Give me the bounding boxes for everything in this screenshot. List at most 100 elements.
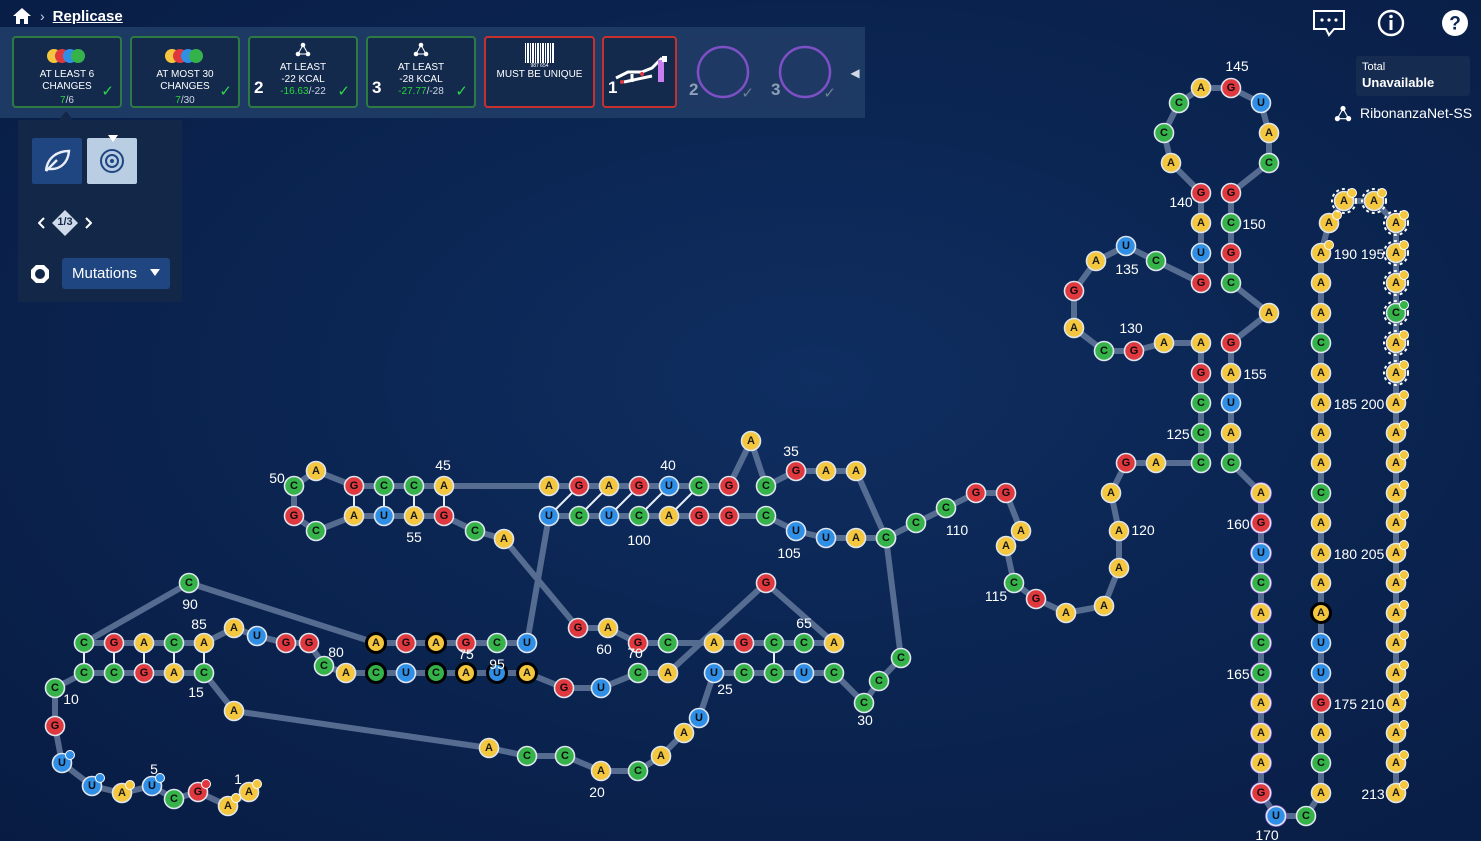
nucleotide[interactable]: A [1310, 722, 1332, 744]
nucleotide[interactable]: A [1383, 360, 1409, 386]
nucleotide[interactable]: U [793, 662, 815, 684]
nucleotide[interactable]: A [1310, 362, 1332, 384]
nucleotide[interactable]: C [1220, 452, 1242, 474]
nucleotide[interactable]: G [718, 475, 740, 497]
nucleotide[interactable]: A [657, 662, 679, 684]
nucleotide[interactable]: A [815, 460, 837, 482]
nucleotide[interactable]: C [763, 662, 785, 684]
nucleotide[interactable]: A [1385, 570, 1409, 594]
nucleotide[interactable]: G [275, 632, 297, 654]
nucleotide[interactable]: A [343, 505, 365, 527]
nucleotide[interactable]: A [1010, 520, 1032, 542]
rna-structure-canvas[interactable]: AAGCUAUUGCCCGACAACCACAAUUCCUCCCCUAAGCAGC… [0, 0, 1481, 841]
nucleotide[interactable]: G [44, 715, 66, 737]
nucleotide[interactable]: G [1310, 692, 1332, 714]
nucleotide[interactable]: C [178, 572, 200, 594]
nucleotide[interactable]: U [395, 662, 417, 684]
nucleotide[interactable]: A [650, 745, 672, 767]
nucleotide[interactable]: U [1265, 805, 1287, 827]
natural-mode-button[interactable] [32, 138, 82, 184]
nucleotide[interactable]: A [1258, 302, 1280, 324]
nucleotide[interactable]: A [1383, 270, 1409, 296]
nucleotide[interactable]: C [193, 662, 215, 684]
nucleotide[interactable]: G [733, 632, 755, 654]
constraint-max-changes[interactable]: AT MOST 30 CHANGES 7/30 ✓ [130, 36, 240, 108]
nucleotide[interactable]: U [1310, 632, 1332, 654]
nucleotide[interactable]: A [516, 662, 538, 684]
nucleotide[interactable]: A [1318, 210, 1342, 234]
nucleotide[interactable]: G [455, 632, 477, 654]
nucleotide[interactable]: A [740, 430, 762, 452]
nucleotide[interactable]: G [1190, 272, 1212, 294]
nucleotide[interactable]: A [1310, 272, 1332, 294]
nucleotide[interactable]: U [81, 773, 105, 797]
nucleotide[interactable]: U [1220, 392, 1242, 414]
nucleotide[interactable]: A [538, 475, 560, 497]
nucleotide[interactable]: G [688, 505, 710, 527]
nucleotide[interactable]: A [1310, 452, 1332, 474]
nucleotide[interactable]: C [1250, 632, 1272, 654]
nucleotide[interactable]: G [627, 632, 649, 654]
nucleotide[interactable]: A [1383, 330, 1409, 356]
nucleotide[interactable]: A [217, 793, 241, 817]
nucleotide[interactable]: C [1310, 332, 1332, 354]
nucleotide[interactable]: C [1003, 572, 1025, 594]
nucleotide[interactable]: A [223, 700, 245, 722]
nucleotide[interactable]: G [133, 662, 155, 684]
nucleotide[interactable]: C [763, 632, 785, 654]
constraint-unique[interactable]: 987 654 MUST BE UNIQUE [484, 36, 595, 108]
nucleotide[interactable]: G [1115, 452, 1137, 474]
nucleotide[interactable]: C [568, 505, 590, 527]
nucleotide[interactable]: G [568, 475, 590, 497]
constraint-state3-structure[interactable]: 3 ✓ [767, 36, 842, 108]
nucleotide[interactable]: G [1250, 512, 1272, 534]
nucleotide[interactable]: G [755, 572, 777, 594]
nucleotide[interactable]: C [365, 662, 387, 684]
nucleotide[interactable]: U [815, 527, 837, 549]
nucleotide[interactable]: G [1025, 588, 1047, 610]
constraint-min-changes[interactable]: AT LEAST 6 CHANGES 7/6 ✓ [12, 36, 122, 108]
nucleotide[interactable]: A [1100, 482, 1122, 504]
nucleotide[interactable]: A [1145, 452, 1167, 474]
mutations-dropdown[interactable]: Mutations [62, 258, 170, 289]
nucleotide[interactable]: U [1190, 242, 1212, 264]
nucleotide[interactable]: C [823, 662, 845, 684]
nucleotide[interactable]: C [627, 662, 649, 684]
nucleotide[interactable]: C [755, 475, 777, 497]
nucleotide[interactable]: A [845, 527, 867, 549]
nucleotide[interactable]: C [1250, 572, 1272, 594]
nucleotide[interactable]: U [486, 662, 508, 684]
nucleotide[interactable]: A [1258, 122, 1280, 144]
nucleotide[interactable]: A [1310, 392, 1332, 414]
nucleotide[interactable]: U [373, 505, 395, 527]
nucleotide[interactable]: C [1310, 482, 1332, 504]
nucleotide[interactable]: G [567, 617, 589, 639]
nucleotide[interactable]: A [223, 617, 245, 639]
nucleotide[interactable]: C [627, 760, 649, 782]
constraint-energy-state2[interactable]: AT LEAST -22 KCAL -16.63/-22 2 ✓ [248, 36, 358, 108]
nucleotide[interactable]: G [395, 632, 417, 654]
nucleotide[interactable]: A [1383, 240, 1409, 266]
nucleotide[interactable]: C [1220, 272, 1242, 294]
nucleotide[interactable]: A [590, 760, 612, 782]
nucleotide[interactable]: C [733, 662, 755, 684]
nucleotide[interactable]: A [1190, 332, 1212, 354]
constraint-energy-state3[interactable]: AT LEAST -28 KCAL -27.77/-28 3 ✓ [366, 36, 476, 108]
nucleotide[interactable]: C [44, 677, 66, 699]
nucleotide[interactable]: A [1385, 480, 1409, 504]
nucleotide[interactable]: A [238, 779, 262, 803]
nucleotide[interactable]: A [365, 632, 387, 654]
nucleotide[interactable]: C [1168, 92, 1190, 114]
nucleotide[interactable]: C [628, 505, 650, 527]
nucleotide[interactable]: C [305, 520, 327, 542]
nucleotide[interactable]: G [965, 482, 987, 504]
nucleotide[interactable]: C [1220, 212, 1242, 234]
nucleotide[interactable]: G [1190, 362, 1212, 384]
nucleotide[interactable]: C [73, 662, 95, 684]
nucleotide[interactable]: A [845, 460, 867, 482]
nucleotide[interactable]: A [1093, 595, 1115, 617]
nucleotide[interactable]: A [193, 632, 215, 654]
nucleotide[interactable]: A [995, 535, 1017, 557]
nucleotide[interactable]: A [1385, 420, 1409, 444]
nucleotide[interactable]: C [755, 505, 777, 527]
